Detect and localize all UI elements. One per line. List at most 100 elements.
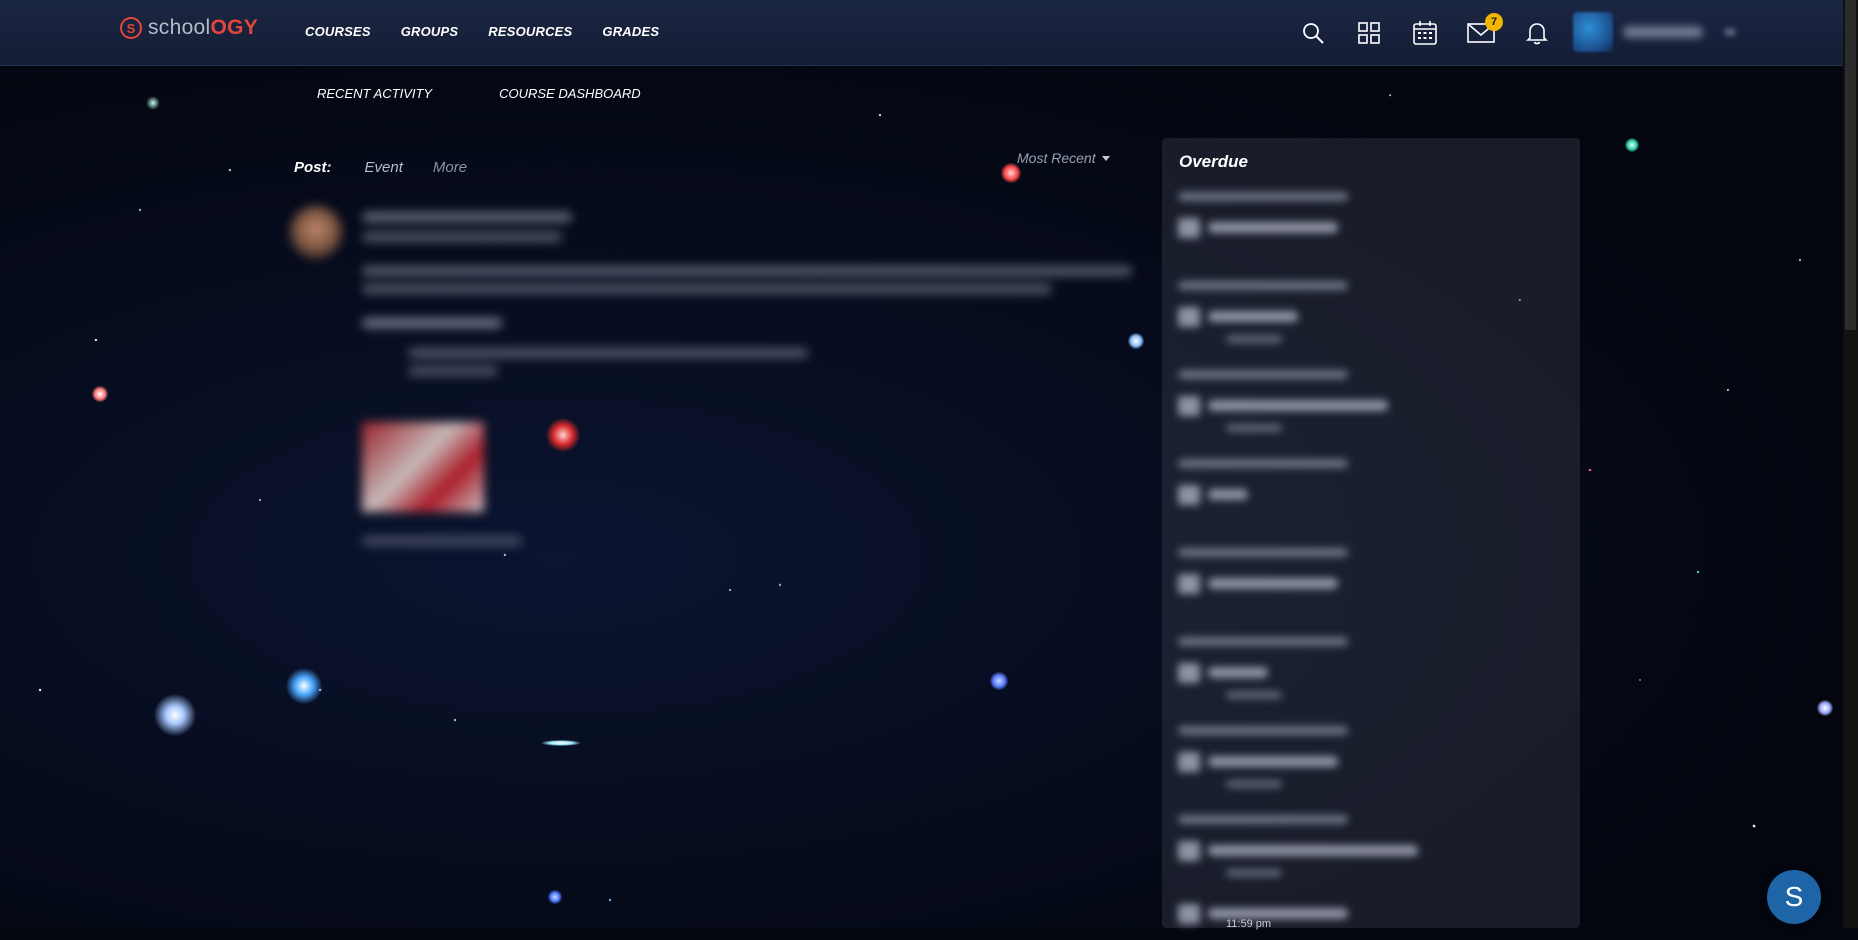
item-date <box>1178 192 1348 201</box>
star-glow <box>1001 163 1021 183</box>
post-author-line <box>362 212 572 222</box>
schoology-logo[interactable]: S schoolOGY <box>120 16 258 40</box>
messages-badge: 7 <box>1485 13 1503 31</box>
post-heading-line <box>362 318 502 328</box>
nav-resources[interactable]: RESOURCES <box>488 24 572 39</box>
chevron-down-icon <box>1725 29 1735 35</box>
profile-menu[interactable] <box>1573 12 1735 52</box>
logo-wordmark-bold: OGY <box>210 16 259 39</box>
item-time <box>1226 424 1282 432</box>
item-title <box>1208 667 1268 678</box>
star-glow <box>146 96 160 110</box>
list-item[interactable] <box>1178 544 1558 633</box>
list-item[interactable] <box>1178 722 1558 811</box>
assignment-icon <box>1178 307 1200 327</box>
logo-wordmark: schoolOGY <box>148 16 258 40</box>
activity-feed-post-blurred <box>290 200 1132 560</box>
tab-event[interactable]: Event <box>365 159 403 176</box>
notifications-button[interactable] <box>1509 16 1565 50</box>
item-title <box>1208 400 1388 411</box>
item-date <box>1178 459 1348 468</box>
assignment-icon <box>1178 752 1200 772</box>
overdue-panel: Overdue <box>1162 138 1580 928</box>
avatar <box>1573 12 1613 52</box>
search-button[interactable] <box>1285 16 1341 50</box>
top-navigation-bar: S schoolOGY COURSES GROUPS RESOURCES GRA… <box>0 0 1843 66</box>
item-date <box>1178 281 1348 290</box>
item-time <box>1226 335 1282 343</box>
item-title <box>1208 756 1338 767</box>
list-item[interactable] <box>1178 366 1558 455</box>
list-item[interactable] <box>1178 811 1558 900</box>
star-glow <box>990 672 1008 690</box>
post-bullet-line <box>408 348 808 358</box>
star-glow <box>92 386 108 402</box>
post-type-tabs: Post: Event More <box>294 159 497 176</box>
assignment-icon <box>1178 218 1200 238</box>
overdue-item-time: 11:59 pm <box>1226 918 1272 930</box>
item-time <box>1226 691 1282 699</box>
overdue-list-blurred <box>1178 188 1558 940</box>
item-date <box>1178 637 1348 646</box>
item-title <box>1208 845 1418 856</box>
list-item[interactable] <box>1178 633 1558 722</box>
post-body-line <box>362 266 1132 276</box>
item-title <box>1208 578 1338 589</box>
list-item[interactable] <box>1178 455 1558 544</box>
list-item[interactable] <box>1178 188 1558 277</box>
help-chat-button[interactable]: S <box>1767 870 1821 924</box>
assignment-icon <box>1178 396 1200 416</box>
item-date <box>1178 370 1348 379</box>
nav-grades[interactable]: GRADES <box>602 24 659 39</box>
messages-button[interactable]: 7 <box>1453 13 1509 50</box>
nav-courses[interactable]: COURSES <box>305 24 371 39</box>
overdue-title: Overdue <box>1179 152 1248 171</box>
apps-button[interactable] <box>1341 16 1397 50</box>
page-scrollbar-thumb[interactable] <box>1845 0 1856 330</box>
item-time <box>1226 780 1282 788</box>
assignment-icon <box>1178 663 1200 683</box>
item-date <box>1178 548 1348 557</box>
grid-icon <box>1358 22 1380 44</box>
item-date <box>1178 815 1348 824</box>
star-glow <box>548 890 562 904</box>
star-glow <box>1625 138 1639 152</box>
nav-groups[interactable]: GROUPS <box>401 24 459 39</box>
sort-label: Most Recent <box>1017 150 1096 166</box>
item-title <box>1208 222 1338 233</box>
post-body-line <box>362 284 1052 294</box>
course-subnav: RECENT ACTIVITY COURSE DASHBOARD <box>317 86 708 101</box>
bell-icon <box>1526 23 1548 45</box>
tab-recent-activity[interactable]: RECENT ACTIVITY <box>317 86 432 101</box>
item-time <box>1226 869 1282 877</box>
item-date <box>1178 726 1348 735</box>
sort-dropdown[interactable]: Most Recent <box>1017 150 1110 166</box>
star-glow <box>1817 700 1833 716</box>
search-icon <box>1303 23 1324 44</box>
main-nav: COURSES GROUPS RESOURCES GRADES <box>305 24 689 39</box>
post-label[interactable]: Post: <box>294 159 332 176</box>
post-bullet-line <box>408 366 498 376</box>
post-author-avatar <box>290 206 342 258</box>
caret-down-icon <box>1101 155 1110 161</box>
assignment-icon <box>1178 574 1200 594</box>
assignment-icon <box>1178 485 1200 505</box>
header-tools: 7 <box>1285 13 1565 50</box>
profile-name-redacted <box>1623 26 1703 38</box>
star-glow <box>1128 333 1144 349</box>
star-glow <box>150 690 200 740</box>
star-glow <box>541 740 581 746</box>
logo-wordmark-prefix: schoo <box>148 16 206 39</box>
logo-mark-icon: S <box>120 17 142 39</box>
star-glow <box>286 668 322 704</box>
tab-more[interactable]: More <box>433 159 467 176</box>
item-title <box>1208 311 1298 322</box>
calendar-button[interactable] <box>1397 16 1453 50</box>
tab-course-dashboard[interactable]: COURSE DASHBOARD <box>499 86 641 101</box>
item-title <box>1208 489 1248 500</box>
calendar-icon <box>1413 21 1437 45</box>
assignment-icon <box>1178 904 1200 924</box>
post-footer-line <box>362 536 522 546</box>
list-item[interactable] <box>1178 277 1558 366</box>
post-subtitle-line <box>362 232 562 242</box>
